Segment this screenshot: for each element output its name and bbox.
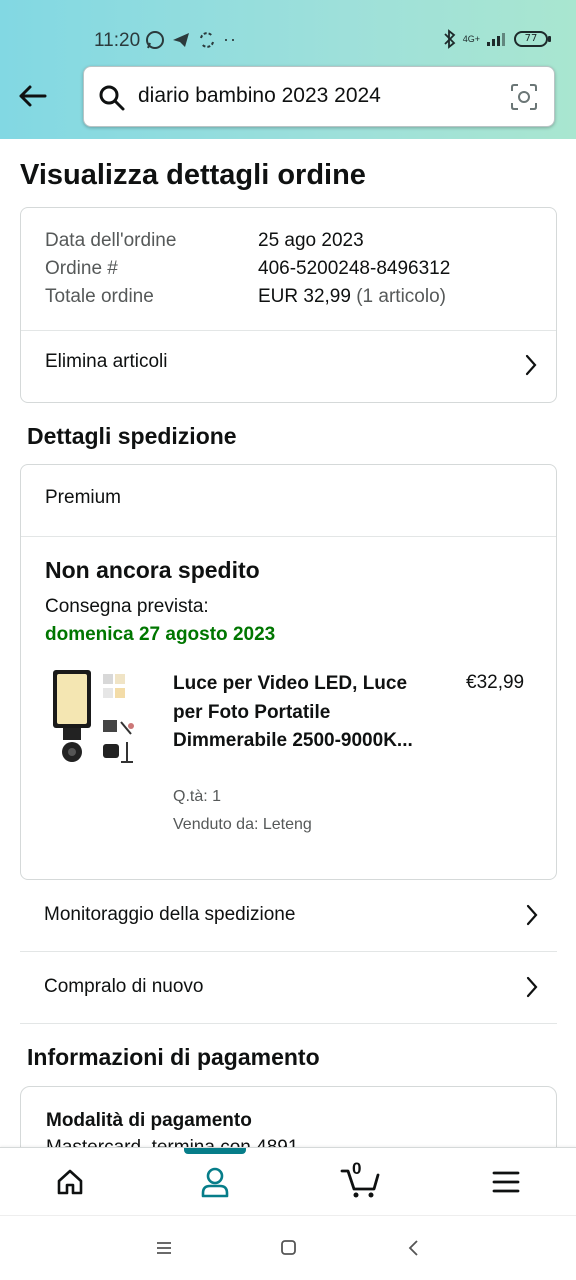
delivery-estimate-date: domenica 27 agosto 2023 [45, 624, 276, 645]
bottom-navigation: 0 [0, 1147, 576, 1215]
delivery-estimate-label: Consegna prevista: [45, 596, 209, 617]
shipment-card: Premium Non ancora spedito Consegna prev… [20, 464, 557, 880]
product-seller: Venduto da: Leteng [173, 816, 312, 833]
account-icon [201, 1167, 229, 1198]
whatsapp-icon [146, 30, 164, 49]
chevron-right-icon [526, 976, 538, 998]
shipment-status: Non ancora spedito [45, 557, 260, 583]
camera-search-icon[interactable] [510, 83, 538, 111]
chevron-right-icon [525, 354, 537, 376]
telegram-icon [173, 32, 189, 47]
system-navigation-bar [0, 1215, 576, 1280]
search-icon [99, 85, 125, 111]
system-icons: 4G+ 77 [443, 29, 551, 49]
divider [21, 536, 556, 537]
status-time: 11:20 [94, 30, 141, 51]
home-button-icon[interactable] [280, 1238, 298, 1258]
battery-icon: 77 [514, 31, 551, 47]
order-number-row: Ordine # 406-5200248-8496312 [45, 258, 450, 280]
shipment-actions: Monitoraggio della spedizione Compralo d… [20, 880, 557, 1024]
notification-icons: ·· [145, 29, 237, 50]
search-input[interactable]: diario bambino 2023 2024 [83, 66, 555, 127]
app-header: 11:20 ·· 4G+ 77 diario bambino 2023 2024 [0, 0, 576, 139]
order-number-value: 406-5200248-8496312 [258, 258, 451, 279]
order-summary-card: Data dell'ordine 25 ago 2023 Ordine # 40… [20, 207, 557, 403]
payment-method-title: Modalità di pagamento [46, 1110, 252, 1131]
delete-items-label: Elimina articoli [45, 351, 168, 372]
payment-section-title: Informazioni di pagamento [27, 1044, 320, 1070]
order-total-row: Totale ordine EUR 32,99 (1 articolo) [45, 286, 446, 308]
track-shipment-label: Monitoraggio della spedizione [44, 904, 296, 925]
cart-count-badge: 0 [352, 1159, 362, 1178]
order-date-label: Data dell'ordine [45, 230, 177, 251]
buy-again-button[interactable]: Compralo di nuovo [20, 952, 557, 1024]
sync-icon [200, 31, 214, 48]
bluetooth-icon [444, 29, 456, 49]
order-item-count: (1 articolo) [356, 286, 446, 307]
nav-home[interactable] [50, 1164, 90, 1200]
delete-items-button[interactable]: Elimina articoli [21, 331, 556, 403]
home-icon [57, 1169, 83, 1195]
back-button[interactable] [14, 78, 50, 114]
buy-again-label: Compralo di nuovo [44, 976, 204, 997]
shipping-section-title: Dettagli spedizione [27, 423, 237, 449]
signal-icon [487, 33, 505, 46]
nav-menu[interactable] [486, 1164, 526, 1200]
network-type: 4G+ [462, 34, 480, 44]
product-image[interactable] [51, 668, 143, 770]
active-tab-indicator [184, 1148, 246, 1154]
order-date-value: 25 ago 2023 [258, 230, 364, 251]
track-shipment-button[interactable]: Monitoraggio della spedizione [20, 880, 557, 952]
back-nav-icon[interactable] [406, 1238, 422, 1258]
product-price: €32,99 [466, 672, 525, 693]
nav-account[interactable] [195, 1164, 235, 1200]
arrow-left-icon [19, 85, 47, 107]
recent-apps-icon[interactable] [155, 1238, 173, 1258]
shipping-service: Premium [45, 487, 122, 508]
product-title-link[interactable]: Luce per Video LED, Luce per Foto Portat… [173, 670, 413, 756]
order-total-label: Totale ordine [45, 286, 154, 307]
menu-icon [492, 1171, 520, 1193]
order-number-label: Ordine # [45, 258, 118, 279]
search-query: diario bambino 2023 2024 [138, 84, 381, 107]
nav-cart[interactable]: 0 [338, 1159, 382, 1200]
order-date-row: Data dell'ordine 25 ago 2023 [45, 230, 364, 252]
more-notifications-icon: ·· [223, 29, 237, 49]
page-title: Visualizza dettagli ordine [20, 159, 366, 191]
product-quantity: Q.tà: 1 [173, 788, 222, 805]
chevron-right-icon [526, 904, 538, 926]
order-total-value: EUR 32,99 [258, 286, 351, 307]
